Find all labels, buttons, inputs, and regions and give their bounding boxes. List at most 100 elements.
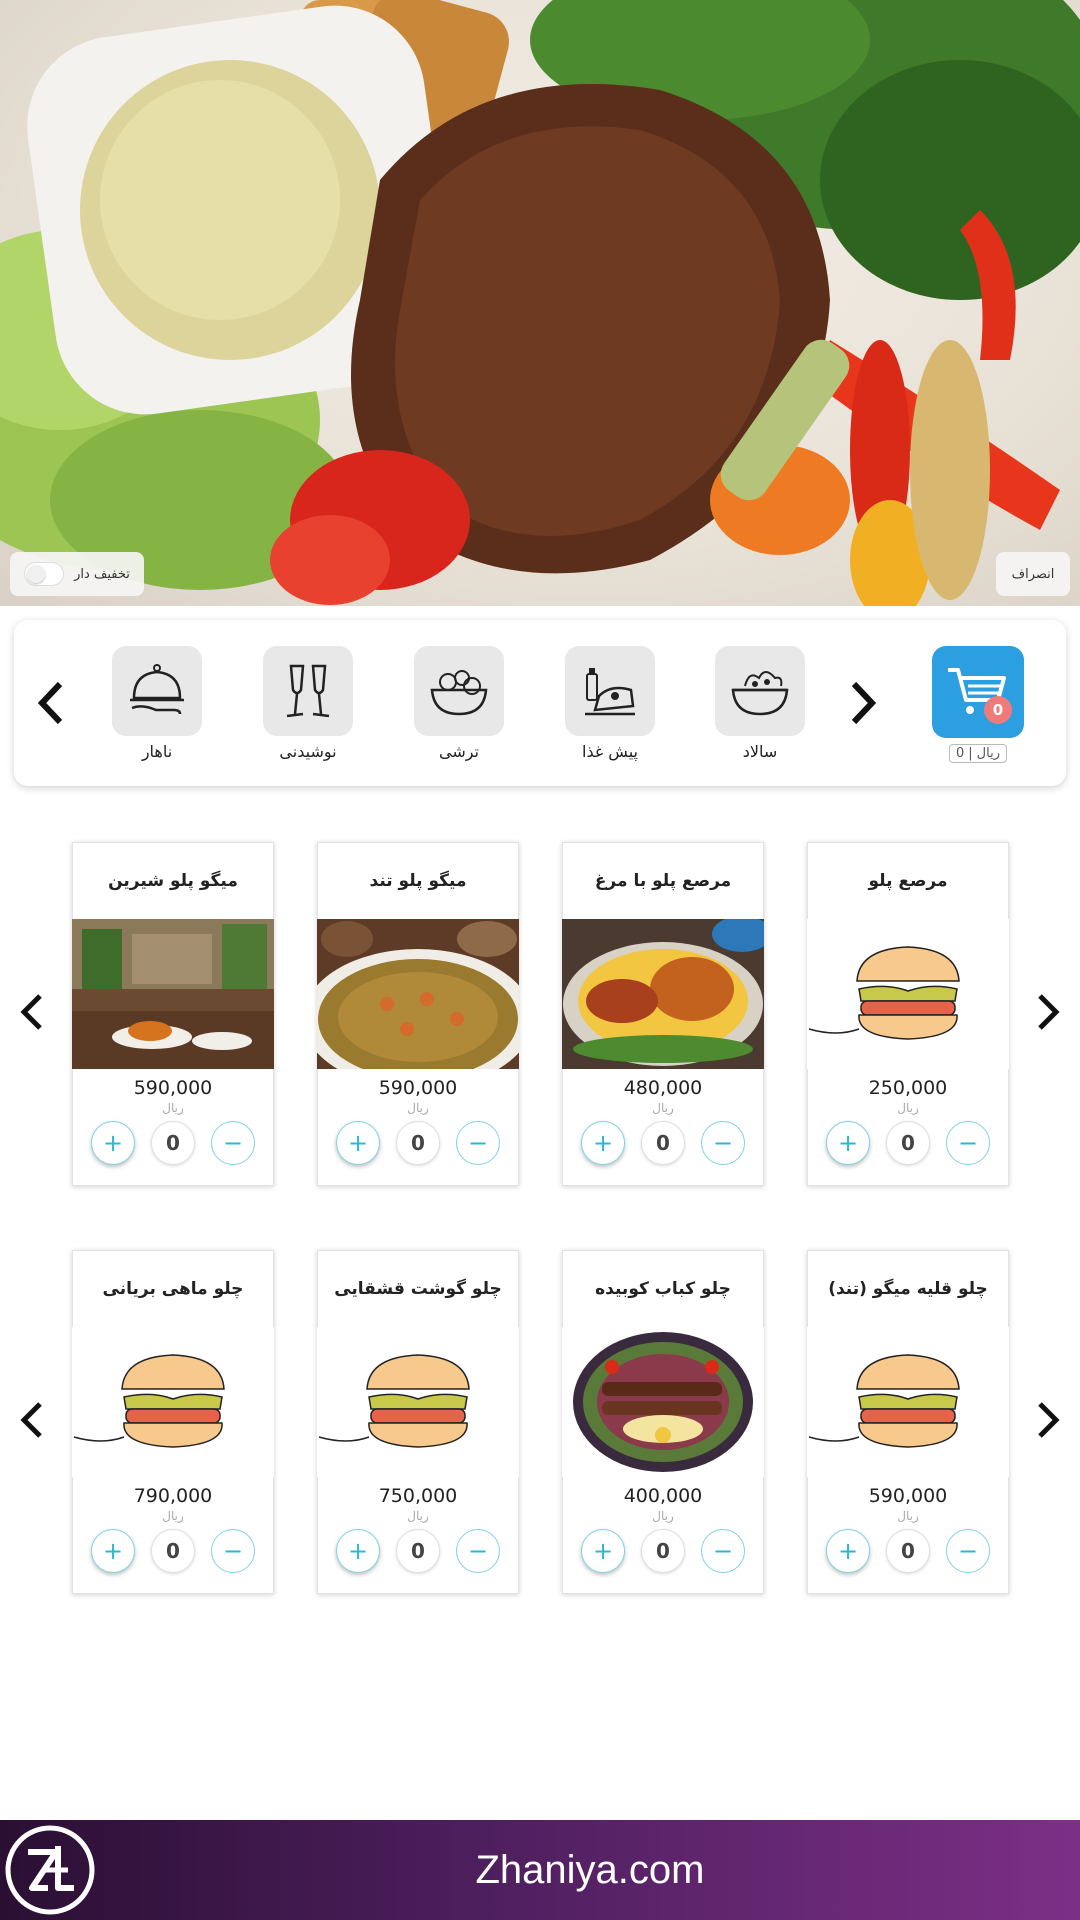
- quantity-value: 0: [641, 1121, 685, 1165]
- decrease-button[interactable]: −: [946, 1121, 990, 1165]
- increase-button[interactable]: +: [826, 1121, 870, 1165]
- product-price: 590,000: [868, 1485, 948, 1507]
- quantity-value: 0: [151, 1529, 195, 1573]
- discount-filter-toggle[interactable]: تخفیف دار: [10, 552, 144, 596]
- product-card[interactable]: چلو گوشت قشقایی 750,000 ریال + 0 −: [317, 1250, 519, 1594]
- decrease-button[interactable]: −: [456, 1121, 500, 1165]
- quantity-value: 0: [396, 1529, 440, 1573]
- cart-total: 0 | ریال: [949, 744, 1007, 763]
- product-card[interactable]: مرصع پلو 250,000 ریال + 0 −: [807, 842, 1009, 1186]
- row1-next-arrow[interactable]: [1034, 992, 1062, 1032]
- cart-count-badge: 0: [984, 696, 1012, 724]
- product-price: 590,000: [378, 1077, 458, 1099]
- quantity-value: 0: [396, 1121, 440, 1165]
- chevron-right-icon: [1038, 1402, 1060, 1438]
- product-currency: ریال: [652, 1509, 674, 1523]
- category-label: سالاد: [742, 742, 778, 761]
- quantity-value: 0: [151, 1121, 195, 1165]
- app-root: انصراف تخفیف دار ناهار نوشیدنی ترشی پیش …: [0, 0, 1080, 1920]
- quantity-value: 0: [886, 1121, 930, 1165]
- quantity-stepper: + 0 −: [91, 1529, 255, 1573]
- kebab-platter-photo: [573, 1332, 753, 1472]
- decrease-button[interactable]: −: [946, 1529, 990, 1573]
- product-price: 250,000: [868, 1077, 948, 1099]
- quantity-stepper: + 0 −: [91, 1121, 255, 1165]
- row2-prev-arrow[interactable]: [18, 1400, 46, 1440]
- product-price: 790,000: [133, 1485, 213, 1507]
- category-next-arrow[interactable]: [846, 678, 880, 728]
- category-item-lunch[interactable]: ناهار: [112, 646, 202, 761]
- product-image: [562, 919, 764, 1069]
- product-name: مرصع پلو: [868, 871, 948, 891]
- discount-label: تخفیف دار: [74, 566, 130, 582]
- category-item-appetizers[interactable]: پیش غذا: [565, 646, 655, 761]
- increase-button[interactable]: +: [336, 1121, 380, 1165]
- category-item-pickles[interactable]: ترشی: [414, 646, 504, 761]
- product-image: [72, 919, 274, 1069]
- row2-next-arrow[interactable]: [1034, 1400, 1062, 1440]
- product-currency: ریال: [897, 1101, 919, 1115]
- product-name: چلو کباب کوبیده: [595, 1279, 731, 1299]
- product-name: میگو پلو تند: [369, 871, 467, 891]
- quantity-value: 0: [641, 1529, 685, 1573]
- category-label: ترشی: [438, 742, 480, 761]
- category-item-drinks[interactable]: نوشیدنی: [263, 646, 353, 761]
- burger-placeholder-icon: [318, 1354, 470, 1448]
- product-card[interactable]: چلو کباب کوبیده 400,000 ریال + 0 −: [562, 1250, 764, 1594]
- product-price: 400,000: [623, 1485, 703, 1507]
- chevron-right-icon: [851, 681, 877, 725]
- cancel-button[interactable]: انصراف: [996, 552, 1070, 596]
- increase-button[interactable]: +: [581, 1121, 625, 1165]
- product-price: 750,000: [378, 1485, 458, 1507]
- increase-button[interactable]: +: [91, 1529, 135, 1573]
- product-image: [317, 1327, 519, 1477]
- product-card[interactable]: میگو پلو شیرین 590,000 ریال + 0 −: [72, 842, 274, 1186]
- decrease-button[interactable]: −: [701, 1121, 745, 1165]
- product-name: چلو قلیه میگو (تند): [828, 1279, 988, 1299]
- quantity-stepper: + 0 −: [826, 1529, 990, 1573]
- product-price: 590,000: [133, 1077, 213, 1099]
- burger-placeholder-icon: [808, 946, 960, 1040]
- category-item-salad[interactable]: سالاد: [715, 646, 805, 761]
- cart-button[interactable]: 0 0 | ریال: [932, 646, 1024, 763]
- hero-food-image: انصراف تخفیف دار: [0, 0, 1080, 606]
- cloche-icon: [130, 664, 184, 715]
- quantity-stepper: + 0 −: [826, 1121, 990, 1165]
- chevron-right-icon: [1038, 994, 1060, 1030]
- burger-placeholder-icon: [808, 1354, 960, 1448]
- quantity-stepper: + 0 −: [336, 1529, 500, 1573]
- pickle-bowl-icon: [430, 670, 488, 716]
- product-card[interactable]: مرصع پلو با مرغ 480,000 ریال + 0 −: [562, 842, 764, 1186]
- increase-button[interactable]: +: [826, 1529, 870, 1573]
- appetizer-icon: [585, 668, 635, 716]
- quantity-stepper: + 0 −: [581, 1529, 745, 1573]
- product-image: [807, 1327, 1009, 1477]
- quantity-stepper: + 0 −: [336, 1121, 500, 1165]
- increase-button[interactable]: +: [91, 1121, 135, 1165]
- product-currency: ریال: [407, 1101, 429, 1115]
- salad-bowl-icon: [731, 671, 789, 716]
- decrease-button[interactable]: −: [701, 1529, 745, 1573]
- decrease-button[interactable]: −: [211, 1121, 255, 1165]
- decrease-button[interactable]: −: [211, 1529, 255, 1573]
- decrease-button[interactable]: −: [456, 1529, 500, 1573]
- chevron-left-icon: [20, 994, 42, 1030]
- cart-tile[interactable]: 0: [932, 646, 1024, 738]
- product-row-1: میگو پلو شیرین 590,000 ریال + 0 − میگو پ…: [0, 842, 1080, 1188]
- increase-button[interactable]: +: [581, 1529, 625, 1573]
- product-image: [807, 919, 1009, 1069]
- product-name: میگو پلو شیرین: [108, 871, 238, 891]
- product-card[interactable]: چلو قلیه میگو (تند) 590,000 ریال + 0 −: [807, 1250, 1009, 1594]
- discount-switch[interactable]: [24, 562, 65, 586]
- cart-total-currency: ریال: [976, 746, 1000, 761]
- increase-button[interactable]: +: [336, 1529, 380, 1573]
- product-card[interactable]: چلو ماهی بریانی 790,000 ریال + 0 −: [72, 1250, 274, 1594]
- category-prev-arrow[interactable]: [34, 678, 68, 728]
- row1-prev-arrow[interactable]: [18, 992, 46, 1032]
- product-card[interactable]: میگو پلو تند 590,000 ریال + 0 −: [317, 842, 519, 1186]
- chevron-left-icon: [20, 1402, 42, 1438]
- category-label: نوشیدنی: [279, 742, 337, 761]
- product-image: [562, 1327, 764, 1477]
- product-name: مرصع پلو با مرغ: [594, 871, 732, 891]
- product-currency: ریال: [652, 1101, 674, 1115]
